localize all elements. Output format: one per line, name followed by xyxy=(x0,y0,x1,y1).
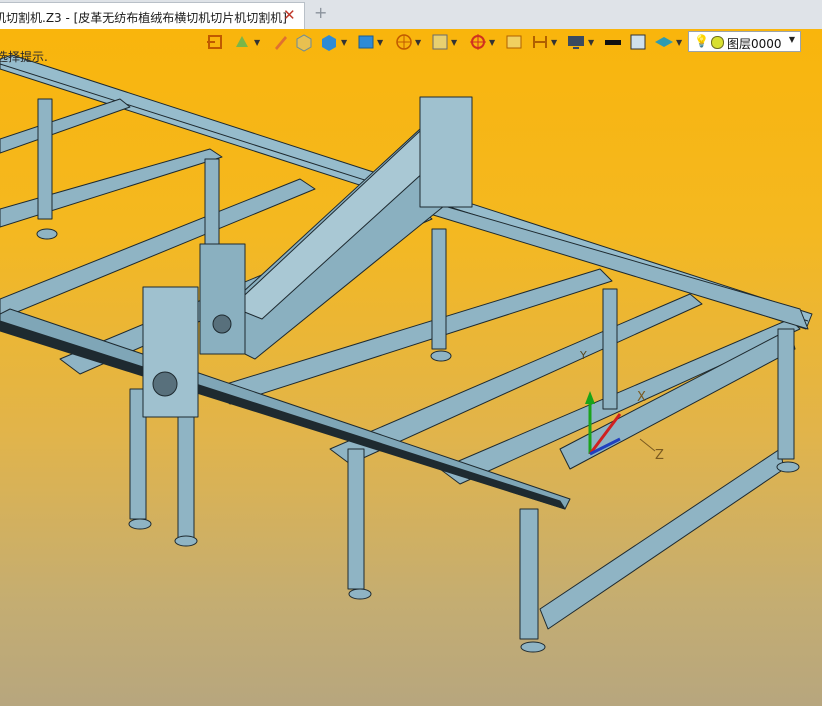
sphere-wire-icon[interactable] xyxy=(393,31,415,53)
monitor-icon[interactable] xyxy=(565,31,587,53)
3d-viewport[interactable]: Y X Z 选择提示. ▼ ▼ ▼ ▼ ▼ ▼ ▼ ▼ ▼ 💡 图层0000 ▼ xyxy=(0,29,822,706)
tab-bar: 机切割机.Z3 - [皮革无纺布植绒布横切机切片机切割机] ✕ + xyxy=(0,0,822,30)
foot xyxy=(348,588,372,600)
layer-color-icon xyxy=(711,36,724,49)
y-axis-label: Y xyxy=(579,349,587,362)
close-icon[interactable]: ✕ xyxy=(283,7,296,23)
foot xyxy=(520,641,546,653)
leg xyxy=(777,328,795,460)
machine-model: Y X Z xyxy=(0,54,813,653)
front-rail-top xyxy=(0,320,566,510)
chevron-down-icon[interactable]: ▼ xyxy=(254,38,260,47)
foot xyxy=(776,461,800,473)
target-icon[interactable] xyxy=(467,31,489,53)
cube-shaded-icon[interactable] xyxy=(293,31,315,53)
view-cube-icon[interactable] xyxy=(355,31,377,53)
gantry-end-plate xyxy=(419,96,473,208)
gear xyxy=(212,314,232,334)
leg xyxy=(519,508,539,640)
dimension-icon[interactable] xyxy=(529,31,551,53)
chevron-down-icon[interactable]: ▼ xyxy=(676,38,682,47)
cross-beam xyxy=(0,98,131,154)
carriage-plate xyxy=(142,286,199,418)
layer-stack-icon[interactable] xyxy=(653,31,675,53)
tab-title: 机切割机.Z3 - [皮革无纺布植绒布横切机切片机切割机] xyxy=(0,11,287,25)
leg xyxy=(177,408,195,540)
chevron-down-icon[interactable]: ▼ xyxy=(551,38,557,47)
foot xyxy=(36,228,58,240)
foot xyxy=(430,350,452,362)
chevron-down-icon[interactable]: ▼ xyxy=(415,38,421,47)
document-tab[interactable]: 机切割机.Z3 - [皮革无纺布植绒布横切机切片机切割机] ✕ xyxy=(0,2,305,29)
pencil-icon[interactable] xyxy=(270,31,292,53)
export-icon[interactable] xyxy=(205,31,227,53)
layer-name: 图层0000 xyxy=(727,37,782,51)
z-axis-label: Z xyxy=(655,448,664,463)
fill-icon[interactable] xyxy=(628,31,650,53)
gear xyxy=(152,371,178,397)
chevron-down-icon[interactable]: ▼ xyxy=(588,38,594,47)
paint-icon[interactable] xyxy=(231,31,253,53)
cube-blue-icon[interactable] xyxy=(318,31,340,53)
leg xyxy=(602,288,618,410)
cross-beam xyxy=(539,448,785,630)
cross-beam xyxy=(0,148,223,228)
line-black-icon[interactable] xyxy=(603,31,625,53)
chevron-down-icon[interactable]: ▼ xyxy=(341,38,347,47)
leg xyxy=(37,98,53,220)
layer-selector[interactable]: 💡 图层0000 ▼ xyxy=(688,31,801,52)
foot xyxy=(174,535,198,547)
selection-hint: 选择提示. xyxy=(0,50,48,64)
leg xyxy=(347,448,365,590)
x-axis-label: X xyxy=(637,390,646,405)
chevron-down-icon[interactable]: ▼ xyxy=(489,38,495,47)
chevron-down-icon[interactable]: ▼ xyxy=(451,38,457,47)
carriage-head xyxy=(199,243,246,355)
cross-beam xyxy=(439,318,801,485)
frame-icon[interactable] xyxy=(503,31,525,53)
box-wire-icon[interactable] xyxy=(429,31,451,53)
chevron-down-icon[interactable]: ▼ xyxy=(789,35,795,44)
foot xyxy=(128,518,152,530)
bulb-icon[interactable]: 💡 xyxy=(694,34,709,48)
chevron-down-icon[interactable]: ▼ xyxy=(377,38,383,47)
leg xyxy=(431,228,447,350)
plus-icon[interactable]: + xyxy=(314,5,327,21)
